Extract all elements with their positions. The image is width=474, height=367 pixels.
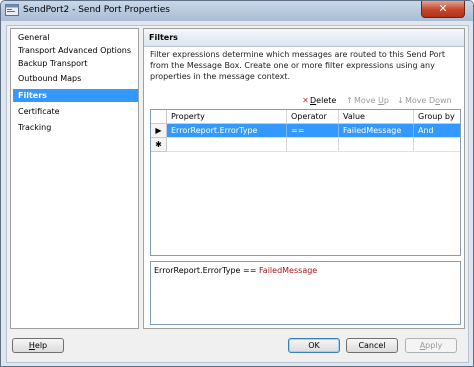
cell-operator[interactable]: == [287, 124, 339, 138]
title-bar[interactable]: SendPort2 - Send Port Properties ✕ [1, 1, 473, 21]
cancel-button[interactable]: Cancel [346, 338, 398, 353]
expression-property: ErrorReport.ErrorType [154, 266, 241, 275]
filter-grid: Property Operator Value Group by ▶ Error… [150, 109, 461, 256]
column-header-operator[interactable]: Operator [287, 110, 339, 124]
cell-value[interactable]: FailedMessage [339, 124, 414, 138]
filters-panel: Filters Filter expressions determine whi… [143, 28, 465, 329]
section-header: Filters [144, 29, 464, 47]
cell-property[interactable]: ErrorReport.ErrorType [167, 124, 287, 138]
grid-corner [151, 110, 167, 124]
close-button[interactable]: ✕ [421, 1, 465, 18]
move-down-button[interactable]: ↓Move Down [396, 95, 452, 107]
move-up-button[interactable]: ↑Move Up [345, 95, 389, 107]
ok-button[interactable]: OK [288, 338, 340, 353]
new-row-asterisk-icon: ✱ [155, 140, 162, 149]
delete-x-icon: ✕ [302, 96, 309, 105]
column-header-value[interactable]: Value [339, 110, 414, 124]
page-navigation: General Transport Advanced Options Backu… [10, 28, 139, 329]
nav-item-outbound-maps[interactable]: Outbound Maps [13, 72, 138, 85]
nav-item-filters[interactable]: Filters [13, 89, 138, 102]
new-cell-group-by[interactable] [414, 138, 460, 152]
help-button[interactable]: Help [12, 338, 64, 353]
expression-operator: == [242, 266, 257, 275]
new-cell-value[interactable] [339, 138, 414, 152]
filter-expression-preview: ErrorReport.ErrorType == FailedMessage [150, 261, 461, 325]
nav-item-certificate[interactable]: Certificate [13, 105, 138, 118]
delete-button[interactable]: ✕Delete [301, 95, 336, 107]
nav-item-tracking[interactable]: Tracking [13, 121, 138, 134]
nav-item-general[interactable]: General [13, 31, 138, 44]
properties-window: SendPort2 - Send Port Properties ✕ Gener… [0, 0, 474, 367]
apply-button[interactable]: Apply [405, 338, 457, 353]
cell-group-by[interactable]: And [414, 124, 460, 138]
filters-description: Filter expressions determine which messa… [150, 50, 445, 81]
column-header-property[interactable]: Property [167, 110, 287, 124]
row-pointer-icon: ▶ [155, 126, 162, 135]
expression-value: FailedMessage [258, 266, 318, 275]
window-title: SendPort2 - Send Port Properties [23, 5, 170, 15]
arrow-down-icon: ↓ [397, 96, 404, 105]
app-icon [5, 4, 19, 16]
close-icon: ✕ [438, 2, 448, 15]
current-row-indicator[interactable]: ▶ [151, 124, 167, 138]
new-row-indicator[interactable]: ✱ [151, 138, 167, 152]
new-cell-operator[interactable] [287, 138, 339, 152]
nav-item-transport-advanced-options[interactable]: Transport Advanced Options [13, 44, 138, 57]
arrow-up-icon: ↑ [346, 96, 353, 105]
column-header-group-by[interactable]: Group by [414, 110, 460, 124]
nav-item-backup-transport[interactable]: Backup Transport [13, 57, 138, 70]
new-cell-property[interactable] [167, 138, 287, 152]
